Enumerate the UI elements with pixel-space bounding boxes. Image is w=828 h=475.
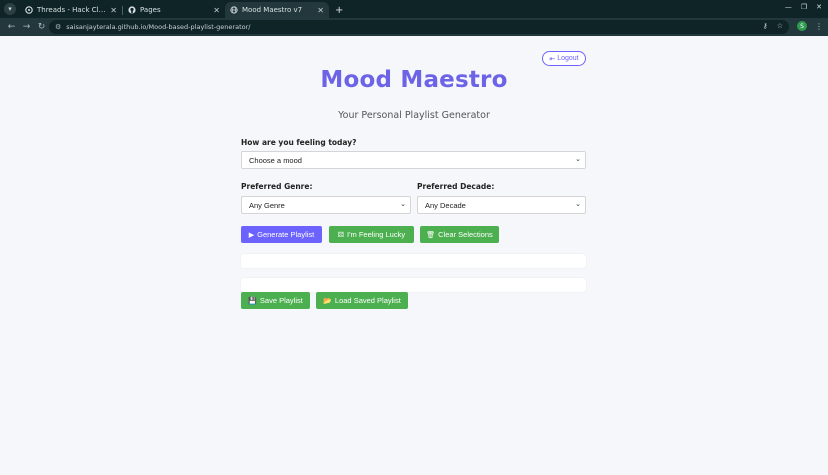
globe-icon bbox=[230, 6, 238, 14]
clear-selections-label: Clear Selections bbox=[438, 230, 493, 239]
profile-avatar[interactable]: S bbox=[797, 21, 807, 31]
close-icon[interactable]: ✕ bbox=[213, 6, 220, 15]
reload-icon[interactable]: ↻ bbox=[34, 22, 49, 32]
chevron-down-icon: ⌄ bbox=[575, 201, 581, 208]
github-icon bbox=[128, 6, 136, 14]
threads-icon bbox=[25, 6, 33, 14]
folder-open-icon: 📂 bbox=[323, 297, 332, 305]
menu-kebab-icon[interactable]: ⋮ bbox=[815, 22, 823, 31]
new-tab-icon[interactable]: + bbox=[335, 5, 343, 16]
close-icon[interactable]: ✕ bbox=[110, 6, 117, 15]
tab-label: Mood Maestro v7 bbox=[242, 6, 303, 14]
back-arrow-icon[interactable]: ← bbox=[4, 22, 19, 32]
page-title: Mood Maestro bbox=[320, 67, 508, 93]
decade-select-value: Any Decade bbox=[425, 200, 466, 210]
tab-pages[interactable]: Pages ✕ bbox=[123, 2, 225, 18]
load-saved-playlist-button[interactable]: 📂 Load Saved Playlist bbox=[316, 292, 408, 309]
restore-icon[interactable]: ❐ bbox=[801, 3, 807, 11]
play-icon: ▶ bbox=[248, 231, 255, 239]
saved-playlist-panel bbox=[241, 278, 586, 292]
genre-select[interactable]: Any Genre ⌄ bbox=[241, 196, 411, 214]
feeling-lucky-button[interactable]: ⚄ I'm Feeling Lucky bbox=[329, 226, 414, 243]
chevron-down-icon: ⌄ bbox=[400, 201, 406, 208]
toolbar-right: S ⋮ bbox=[797, 21, 823, 31]
browser-toolbar: ← → ↻ ⚙ saisanjayterala.github.io/Mood-b… bbox=[0, 18, 828, 36]
genre-label: Preferred Genre: bbox=[241, 182, 313, 191]
mood-select[interactable]: Choose a mood ⌄ bbox=[241, 151, 586, 169]
logout-icon: ⇤ bbox=[549, 55, 556, 63]
tab-search-icon[interactable]: ▾ bbox=[4, 3, 16, 15]
tab-mood-maestro[interactable]: Mood Maestro v7 ✕ bbox=[225, 2, 329, 18]
page-content: ⇤ Logout Mood Maestro Your Personal Play… bbox=[0, 36, 828, 475]
minimize-icon[interactable]: — bbox=[785, 3, 792, 11]
close-icon[interactable]: ✕ bbox=[317, 6, 324, 15]
generate-playlist-button[interactable]: ▶ Generate Playlist bbox=[241, 226, 322, 243]
password-key-icon[interactable]: ⚷ bbox=[763, 22, 768, 30]
playlist-panel bbox=[241, 254, 586, 268]
chevron-down-icon: ⌄ bbox=[575, 156, 581, 163]
site-info-icon[interactable]: ⚙ bbox=[55, 23, 61, 31]
clear-selections-button[interactable]: 🗑 Clear Selections bbox=[420, 226, 499, 243]
browser-tab-bar: ▾ Threads - Hack Club - 1 n ✕ Pages ✕ Mo… bbox=[0, 0, 828, 18]
tab-threads[interactable]: Threads - Hack Club - 1 n ✕ bbox=[20, 2, 122, 18]
genre-select-value: Any Genre bbox=[249, 200, 285, 210]
decade-select[interactable]: Any Decade ⌄ bbox=[417, 196, 586, 214]
address-bar[interactable]: ⚙ saisanjayterala.github.io/Mood-based-p… bbox=[49, 20, 789, 34]
save-playlist-button[interactable]: 💾 Save Playlist bbox=[241, 292, 310, 309]
dice-icon: ⚄ bbox=[337, 231, 344, 239]
feeling-lucky-label: I'm Feeling Lucky bbox=[346, 230, 406, 239]
address-bar-actions: ⚷ ☆ bbox=[763, 22, 783, 30]
window-controls: — ❐ ✕ bbox=[785, 3, 822, 11]
decade-label: Preferred Decade: bbox=[417, 182, 495, 191]
tab-label: Threads - Hack Club - 1 n bbox=[37, 6, 108, 14]
logout-label: Logout bbox=[557, 55, 579, 62]
trash-icon: 🗑 bbox=[426, 231, 436, 239]
mood-label: How are you feeling today? bbox=[241, 138, 357, 147]
close-window-icon[interactable]: ✕ bbox=[816, 3, 822, 11]
page-subtitle: Your Personal Playlist Generator bbox=[338, 110, 490, 121]
forward-arrow-icon[interactable]: → bbox=[19, 22, 34, 32]
logout-button[interactable]: ⇤ Logout bbox=[542, 51, 586, 66]
load-saved-playlist-label: Load Saved Playlist bbox=[334, 296, 401, 305]
bookmark-star-icon[interactable]: ☆ bbox=[777, 22, 783, 30]
save-disk-icon: 💾 bbox=[248, 297, 257, 305]
mood-select-value: Choose a mood bbox=[249, 155, 302, 165]
save-playlist-label: Save Playlist bbox=[259, 296, 303, 305]
url-text: saisanjayterala.github.io/Mood-based-pla… bbox=[66, 23, 251, 31]
generate-playlist-label: Generate Playlist bbox=[257, 230, 315, 239]
tab-label: Pages bbox=[140, 6, 161, 14]
